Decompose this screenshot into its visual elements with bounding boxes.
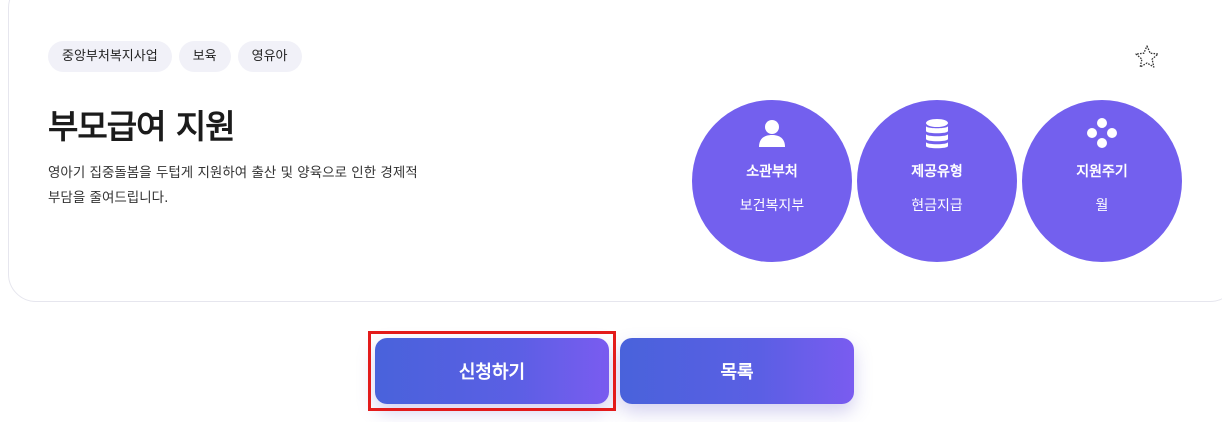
- info-value: 월: [1095, 198, 1109, 214]
- apply-button[interactable]: 신청하기: [375, 338, 609, 404]
- tag-chip[interactable]: 영유아: [237, 41, 302, 72]
- list-button[interactable]: 목록: [620, 338, 854, 404]
- coin-stack-icon: [926, 119, 948, 149]
- page-title: 부모급여 지원: [48, 107, 236, 146]
- info-value: 보건복지부: [739, 198, 805, 214]
- info-label: 지원주기: [1076, 164, 1128, 180]
- tag-chip[interactable]: 중앙부처복지사업: [48, 41, 172, 72]
- tag-list: 중앙부처복지사업 보육 영유아: [48, 41, 302, 72]
- person-icon: [759, 120, 785, 147]
- service-description: 영아기 집중돌봄을 두텁게 지원하여 출산 및 양육으로 인한 경제적 부담을 …: [48, 165, 418, 206]
- info-label: 소관부처: [746, 164, 798, 180]
- info-circle-ministry: 소관부처 보건복지부: [692, 100, 852, 262]
- info-label: 제공유형: [911, 164, 963, 180]
- info-circle-cycle: 지원주기 월: [1022, 100, 1182, 262]
- star-outline-icon[interactable]: [1133, 43, 1161, 71]
- info-circle-type: 제공유형 현금지급: [857, 100, 1017, 262]
- diamond-dots-icon: [1087, 118, 1117, 148]
- tag-chip[interactable]: 보육: [178, 41, 231, 72]
- info-value: 현금지급: [911, 198, 963, 214]
